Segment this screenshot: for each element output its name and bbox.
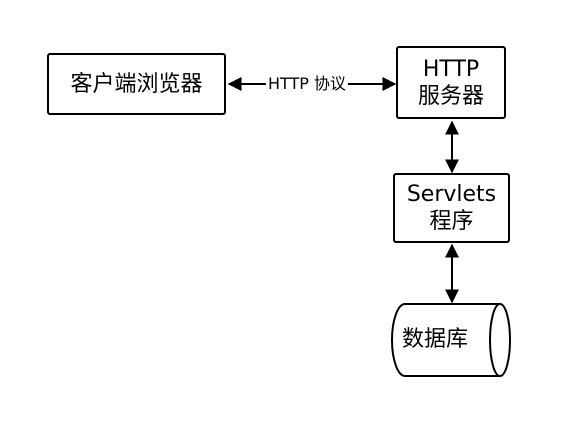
browser-node-label: 客户端浏览器 xyxy=(70,71,203,97)
http-server-node: HTTP 服务器 xyxy=(396,46,506,119)
servlets-node-line2: 程序 xyxy=(429,209,474,234)
diagram-canvas: 客户端浏览器 HTTP 服务器 Servlets 程序 HTTP 协议 数据库 xyxy=(0,0,571,436)
http-server-node-line2: 服务器 xyxy=(417,83,484,109)
edge-browser-http-label: HTTP 协议 xyxy=(266,74,349,93)
servlets-node-line1: Servlets xyxy=(406,182,497,207)
database-node-label: 数据库 xyxy=(402,327,469,352)
servlets-node: Servlets 程序 xyxy=(393,173,510,243)
http-server-node-line1: HTTP xyxy=(422,56,480,82)
browser-node: 客户端浏览器 xyxy=(47,53,226,115)
